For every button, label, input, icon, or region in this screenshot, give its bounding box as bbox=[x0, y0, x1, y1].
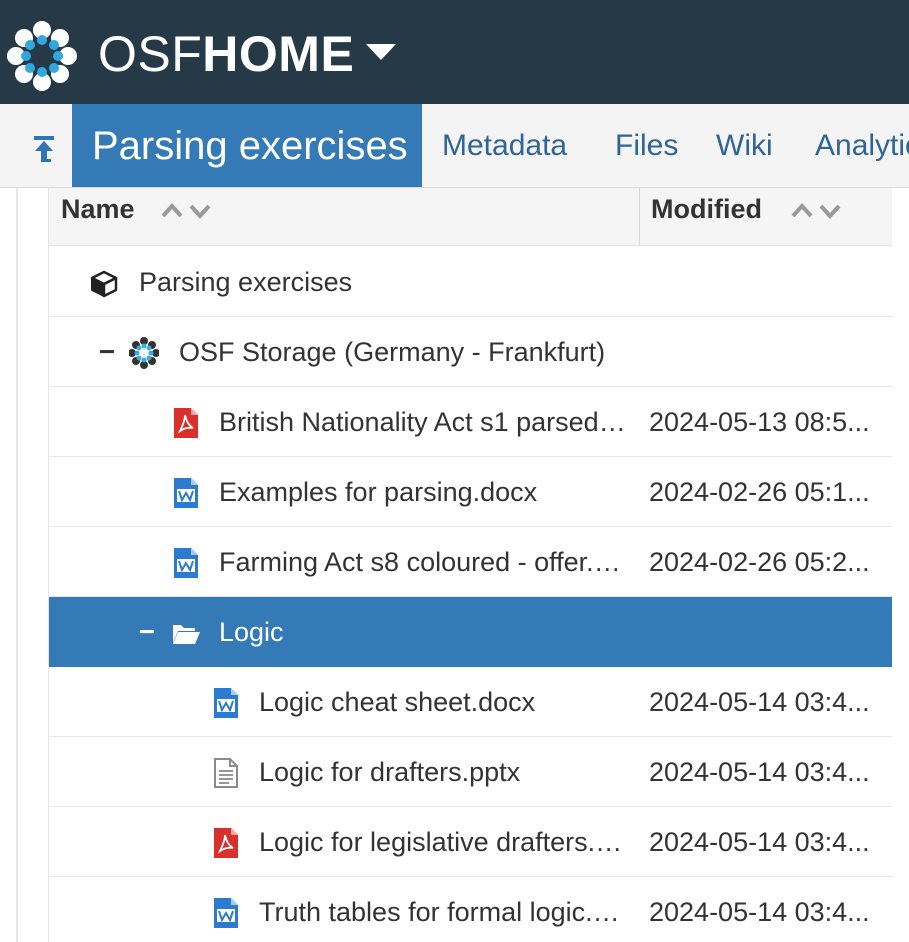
tree-row-storage[interactable]: − OSF Storage (Germany - Frankfurt) bbox=[49, 317, 892, 387]
row-name: Logic for legislative drafters.pdf bbox=[259, 827, 629, 857]
row-modified: 2024-05-14 03:4... bbox=[649, 827, 870, 857]
tab-wiki[interactable]: Wiki bbox=[716, 104, 773, 187]
tab-metadata[interactable]: Metadata bbox=[442, 104, 567, 187]
project-nav: Parsing exercises Metadata Files Wiki An… bbox=[0, 104, 909, 188]
file-row[interactable]: Logic for drafters.pptx 2024-05-14 03:4.… bbox=[49, 737, 892, 807]
row-modified: 2024-02-26 05:2... bbox=[649, 547, 870, 577]
sort-arrows-icon[interactable] bbox=[789, 198, 843, 222]
caret-down-icon[interactable] bbox=[362, 40, 400, 64]
brand-bold: HOME bbox=[202, 26, 355, 82]
pdf-file-icon bbox=[174, 408, 198, 438]
tab-files[interactable]: Files bbox=[615, 104, 678, 187]
generic-file-icon bbox=[214, 758, 238, 788]
word-file-icon bbox=[174, 478, 198, 508]
row-name: British Nationality Act s1 parsed.pdf bbox=[219, 407, 629, 437]
tree-row-project[interactable]: Parsing exercises bbox=[49, 247, 892, 317]
row-modified: 2024-05-14 03:4... bbox=[649, 897, 870, 927]
osf-storage-icon bbox=[129, 337, 159, 369]
word-file-icon bbox=[214, 688, 238, 718]
file-tree-grid: Name Modified Parsing exercises − OSF St… bbox=[48, 188, 892, 942]
column-header-modified[interactable]: Modified bbox=[651, 188, 762, 246]
grid-header: Name Modified bbox=[49, 188, 892, 246]
word-file-icon bbox=[174, 548, 198, 578]
tab-analytics[interactable]: Analytics bbox=[815, 104, 909, 187]
project-cube-icon bbox=[90, 270, 118, 298]
row-name: OSF Storage (Germany - Frankfurt) bbox=[179, 337, 606, 367]
row-modified: 2024-02-26 05:1... bbox=[649, 477, 870, 507]
column-divider[interactable] bbox=[639, 188, 640, 246]
file-row[interactable]: Farming Act s8 coloured - offer.docx 202… bbox=[49, 527, 892, 597]
folder-open-icon bbox=[173, 625, 200, 644]
top-navbar: OSFHOME bbox=[0, 0, 909, 104]
collapse-toggle[interactable]: − bbox=[97, 338, 117, 366]
row-modified: 2024-05-14 03:4... bbox=[649, 687, 870, 717]
row-name: Examples for parsing.docx bbox=[219, 477, 538, 507]
row-name: Logic cheat sheet.docx bbox=[259, 687, 536, 717]
brand-light: OSF bbox=[98, 26, 203, 82]
row-name: Logic for drafters.pptx bbox=[259, 757, 521, 787]
arrow-up-icon[interactable] bbox=[24, 128, 64, 168]
page-border bbox=[16, 188, 18, 942]
pdf-file-icon bbox=[214, 828, 238, 858]
file-row[interactable]: British Nationality Act s1 parsed.pdf 20… bbox=[49, 387, 892, 457]
row-modified: 2024-05-13 08:5... bbox=[649, 407, 870, 437]
row-modified: 2024-05-14 03:4... bbox=[649, 757, 870, 787]
file-row[interactable]: Logic for legislative drafters.pdf 2024-… bbox=[49, 807, 892, 877]
word-file-icon bbox=[214, 898, 238, 928]
row-name: Farming Act s8 coloured - offer.docx bbox=[219, 547, 629, 577]
file-row[interactable]: Logic cheat sheet.docx 2024-05-14 03:4..… bbox=[49, 667, 892, 737]
file-row[interactable]: Truth tables for formal logic.docx 2024-… bbox=[49, 877, 892, 942]
row-name: Parsing exercises bbox=[139, 267, 353, 297]
column-header-name[interactable]: Name bbox=[61, 188, 135, 246]
project-title-tab[interactable]: Parsing exercises bbox=[72, 104, 422, 187]
sort-arrows-icon[interactable] bbox=[159, 198, 213, 222]
row-name: Logic bbox=[219, 617, 284, 647]
brand-link[interactable]: OSFHOME bbox=[98, 24, 354, 84]
file-row[interactable]: Examples for parsing.docx 2024-02-26 05:… bbox=[49, 457, 892, 527]
collapse-toggle[interactable]: − bbox=[137, 618, 157, 646]
osf-logo-icon[interactable] bbox=[6, 20, 78, 92]
row-name: Truth tables for formal logic.docx bbox=[259, 897, 629, 927]
folder-row-logic[interactable]: − Logic bbox=[49, 597, 892, 667]
